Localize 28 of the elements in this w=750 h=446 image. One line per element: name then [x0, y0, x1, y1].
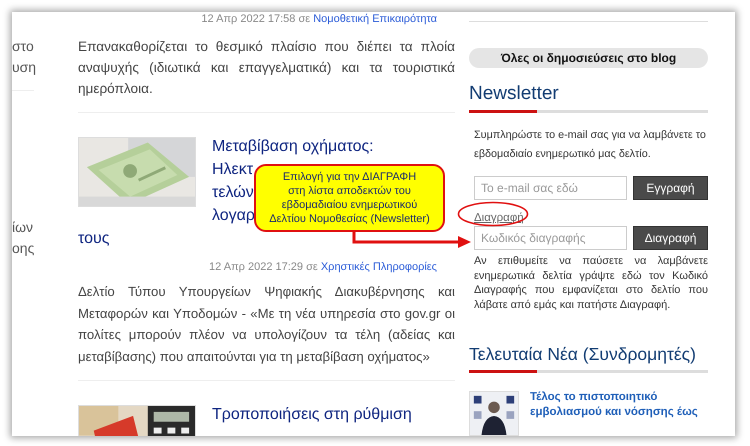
highlight-ellipse: [457, 201, 529, 227]
subscribe-button[interactable]: Εγγραφή: [633, 176, 708, 200]
cut-text: στο: [12, 37, 35, 56]
post-date: 12 Απρ 2022 17:58 σε: [201, 13, 310, 25]
article-title[interactable]: Τροποποιήσεις στη ρύθμιση: [212, 403, 412, 426]
blog-button[interactable]: Όλες οι δημοσιεύσεις στο blog: [469, 48, 708, 68]
section-heading: Newsletter: [469, 82, 559, 106]
category-link[interactable]: Νομοθετική Επικαιρότητα: [313, 13, 437, 25]
unsubscribe-help: Αν επιθυμείτε να παύσετε να λαμβάνετε ενημερωτικά δελτία γράψτε εδώ τον Κωδικό Διαγραφής που εμφανίζεται στο δελτίο που λάβατε από εμάς και πατήστε Διαγραφή.: [474, 254, 708, 312]
article-title[interactable]: Ηλεκτ: [212, 158, 254, 181]
code-field[interactable]: Κωδικός διαγραφής: [474, 226, 627, 250]
cut-text: υση: [12, 58, 38, 77]
section-heading: Τελευταία Νέα (Συνδρομητές): [469, 343, 696, 366]
article-excerpt: Δελτίο Τύπου Υπουργείων Ψηφιακής Διακυβέρνησης και Μεταφορών και Υποδομών - «Με τη νέα υπηρεσία στο gov.gr οι πολίτες μπορούν πλέον να υπολογίζουν τα τέλη (αδείας και μεταβίβασης) που απαιτούνται για τη μεταβίβαση οχήματος»: [78, 283, 455, 366]
category-link[interactable]: Χρηστικές Πληροφορίες: [320, 261, 437, 273]
article-title[interactable]: τους: [78, 227, 110, 250]
news-title[interactable]: Τέλος το πιστοποιητικό εμβολιασμού και νόσησης έως: [530, 390, 708, 420]
post-date: 12 Απρ 2022 17:29 σε: [209, 261, 318, 273]
article-title[interactable]: Μεταβίβαση οχήματος:: [212, 135, 374, 158]
unsubscribe-button[interactable]: Διαγραφή: [633, 226, 708, 250]
cut-text: οης: [12, 239, 36, 258]
email-field[interactable]: Το e-mail σας εδώ: [474, 176, 627, 200]
article-excerpt: Επανακαθορίζεται το θεσμικό πλαίσιο που διέπει τα πλοία αναψυχής (ιδιωτικά και επαγγελματικά) και τα τουριστικά ημερόπλοια.: [78, 38, 455, 98]
callout: Επιλογή για την ΔΙΑΓΡΑΦΗ στη λίστα αποδεκτών του εβδομαδιαίου ενημερωτικού Δελτίου Νομοθεσίας (Newsletter): [254, 164, 445, 232]
article-title[interactable]: τελών: [212, 181, 254, 204]
cut-text: ίων: [12, 218, 34, 237]
article-title[interactable]: λογαρ: [212, 204, 256, 227]
newsletter-intro: Συμπληρώστε το e-mail σας για να λαμβάνετε το εβδομαδιαίο ενημερωτικό μας δελτίο.: [474, 128, 707, 162]
